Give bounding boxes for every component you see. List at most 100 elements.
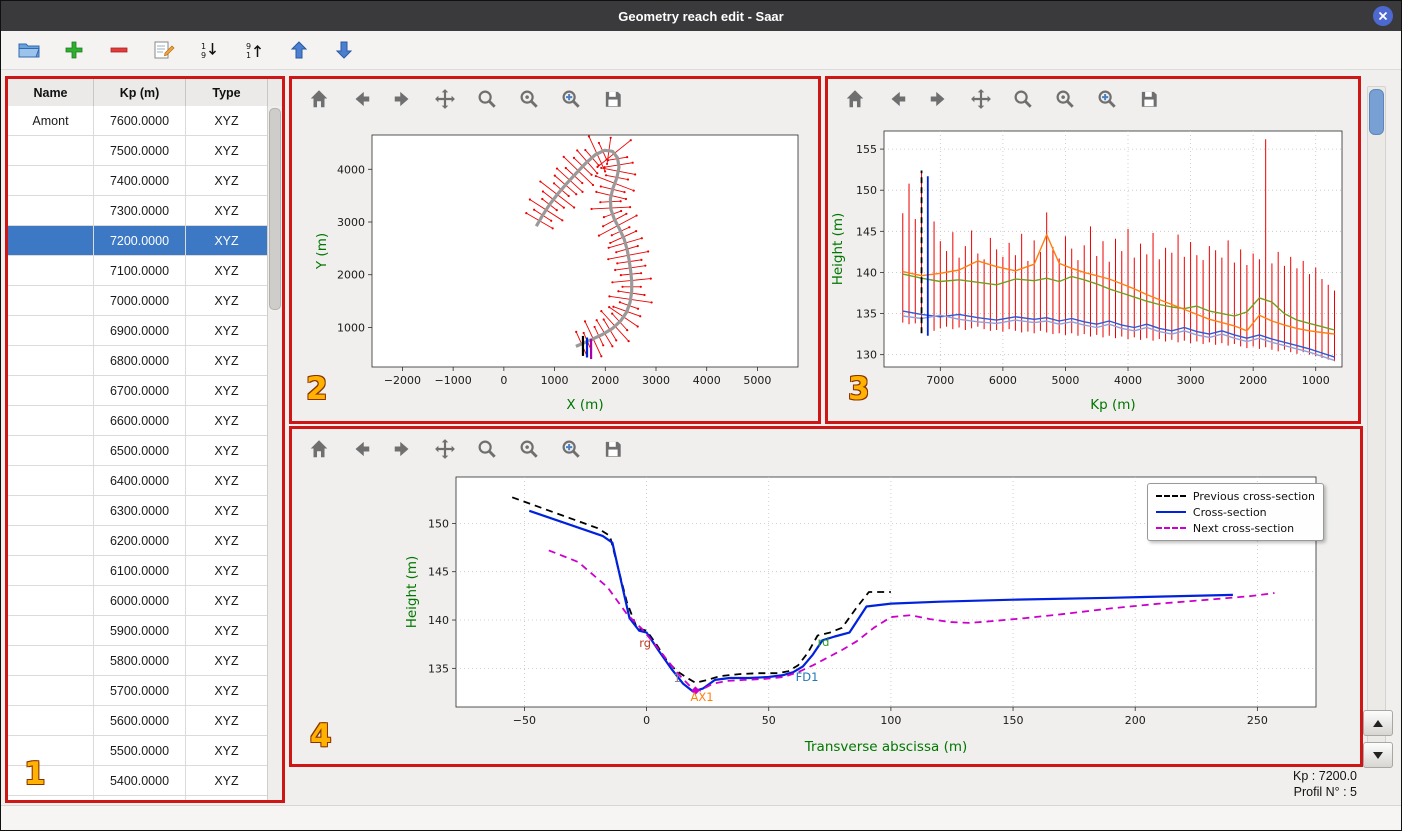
svg-text:−1000: −1000 <box>435 374 472 387</box>
sort-ascending-button[interactable]: 1 9 <box>193 35 225 65</box>
zoom-button[interactable] <box>474 436 500 462</box>
svg-text:3000: 3000 <box>1177 374 1205 387</box>
svg-text:0: 0 <box>643 714 650 727</box>
home-button[interactable] <box>306 436 332 462</box>
table-cell: 7200.0000 <box>94 226 186 255</box>
zoom-extent-icon <box>562 440 580 458</box>
table-row[interactable]: 6300.0000 XYZ <box>8 496 268 526</box>
table-row[interactable]: 7300.0000 XYZ <box>8 196 268 226</box>
table-cell: XYZ <box>186 466 268 495</box>
open-folder-button[interactable] <box>13 35 45 65</box>
close-button[interactable] <box>1373 6 1393 26</box>
legend-item: Cross-section <box>1155 504 1315 520</box>
long-profile-panel: 7000 6000 5000 4000 3000 2000 1000 130 135 140 145… <box>825 76 1361 424</box>
table-cell: 6200.0000 <box>94 526 186 555</box>
save-button[interactable] <box>600 86 626 112</box>
table-row[interactable]: 6600.0000 XYZ <box>8 406 268 436</box>
home-button[interactable] <box>842 86 868 112</box>
pan-button[interactable] <box>968 86 994 112</box>
table-row[interactable]: 5500.0000 XYZ <box>8 736 268 766</box>
svg-text:200: 200 <box>1125 714 1146 727</box>
plus-icon <box>65 41 83 59</box>
move-down-button[interactable] <box>328 35 360 65</box>
svg-text:1000: 1000 <box>541 374 569 387</box>
plan-chart: −2000 −1000 0 1000 2000 3000 4000 5000 1000 2000 3… <box>314 134 799 413</box>
forward-button[interactable] <box>390 436 416 462</box>
remove-profile-button[interactable] <box>103 35 135 65</box>
table-cell: XYZ <box>186 346 268 375</box>
edit-profile-button[interactable] <box>148 35 180 65</box>
zoom-original-button[interactable] <box>516 436 542 462</box>
table-cell <box>8 406 94 435</box>
sort-descending-button[interactable]: 9 1 <box>238 35 270 65</box>
next-profile-button[interactable] <box>1363 742 1393 768</box>
table-row[interactable]: 5700.0000 XYZ <box>8 676 268 706</box>
main-scrollbar-thumb[interactable] <box>1369 89 1384 135</box>
zoom-original-button[interactable] <box>516 86 542 112</box>
table-row[interactable]: 5400.0000 XYZ <box>8 766 268 796</box>
back-button[interactable] <box>348 436 374 462</box>
table-row[interactable]: 7400.0000 XYZ <box>8 166 268 196</box>
zoom-original-button[interactable] <box>1052 86 1078 112</box>
zoom-button[interactable] <box>1010 86 1036 112</box>
table-cell <box>8 376 94 405</box>
table-row[interactable]: 5300.0000XYZ <box>8 796 268 800</box>
zoom-button[interactable] <box>474 86 500 112</box>
svg-text:1: 1 <box>673 671 680 685</box>
table-cell: 5400.0000 <box>94 766 186 795</box>
table-row[interactable]: 7100.0000 XYZ <box>8 256 268 286</box>
table-cell: XYZ <box>186 166 268 195</box>
table-cell: XYZ <box>186 376 268 405</box>
previous-profile-button[interactable] <box>1363 710 1393 736</box>
table-row[interactable]: 7200.0000 XYZ <box>8 226 268 256</box>
back-button[interactable] <box>884 86 910 112</box>
table-cell: XYZ <box>186 556 268 585</box>
table-row[interactable]: 6000.0000 XYZ <box>8 586 268 616</box>
svg-text:50: 50 <box>762 714 776 727</box>
zoom-extent-button[interactable] <box>558 436 584 462</box>
zoom-original-icon <box>520 440 538 458</box>
table-row[interactable]: 5600.0000 XYZ <box>8 706 268 736</box>
svg-text:155: 155 <box>856 143 877 156</box>
svg-text:−50: −50 <box>513 714 536 727</box>
legend-item: Next cross-section <box>1155 520 1315 536</box>
table-cell <box>8 256 94 285</box>
table-row[interactable]: 6400.0000 XYZ <box>8 466 268 496</box>
table-cell <box>8 556 94 585</box>
table-row[interactable]: 7000.0000 XYZ <box>8 286 268 316</box>
table-row[interactable]: 6200.0000 XYZ <box>8 526 268 556</box>
table-cell: XYZ <box>186 436 268 465</box>
table-row[interactable]: 5900.0000 XYZ <box>8 616 268 646</box>
home-button[interactable] <box>306 86 332 112</box>
main-scrollbar[interactable] <box>1367 86 1386 762</box>
window-title: Geometry reach edit - Saar <box>618 8 784 24</box>
pan-button[interactable] <box>432 436 458 462</box>
table-row[interactable]: 6500.0000 XYZ <box>8 436 268 466</box>
zoom-extent-button[interactable] <box>1094 86 1120 112</box>
save-button[interactable] <box>600 436 626 462</box>
table-row[interactable]: 6700.0000 XYZ <box>8 376 268 406</box>
forward-button[interactable] <box>926 86 952 112</box>
table-row[interactable]: 5800.0000 XYZ <box>8 646 268 676</box>
table-scrollbar-thumb[interactable] <box>269 108 281 310</box>
save-button[interactable] <box>1136 86 1162 112</box>
table-cell <box>8 196 94 225</box>
plan-plot-toolbar <box>292 79 818 119</box>
add-profile-button[interactable] <box>58 35 90 65</box>
svg-text:Y (m): Y (m) <box>314 233 330 270</box>
back-button[interactable] <box>348 86 374 112</box>
table-row[interactable]: 7500.0000 XYZ <box>8 136 268 166</box>
zoom-extent-button[interactable] <box>558 86 584 112</box>
move-up-button[interactable] <box>283 35 315 65</box>
table-row[interactable]: 6100.0000 XYZ <box>8 556 268 586</box>
forward-button[interactable] <box>390 86 416 112</box>
table-cell: XYZ <box>186 496 268 525</box>
table-cell: XYZ <box>186 706 268 735</box>
table-cell: 6900.0000 <box>94 316 186 345</box>
pan-button[interactable] <box>432 86 458 112</box>
table-row[interactable]: 6800.0000 XYZ <box>8 346 268 376</box>
table-scrollbar[interactable] <box>267 106 282 800</box>
profiles-table-panel: Name Kp (m) Type Amont 7600.0000 XYZ 7500.0… <box>5 76 285 803</box>
table-row[interactable]: Amont 7600.0000 XYZ <box>8 106 268 136</box>
table-row[interactable]: 6900.0000 XYZ <box>8 316 268 346</box>
